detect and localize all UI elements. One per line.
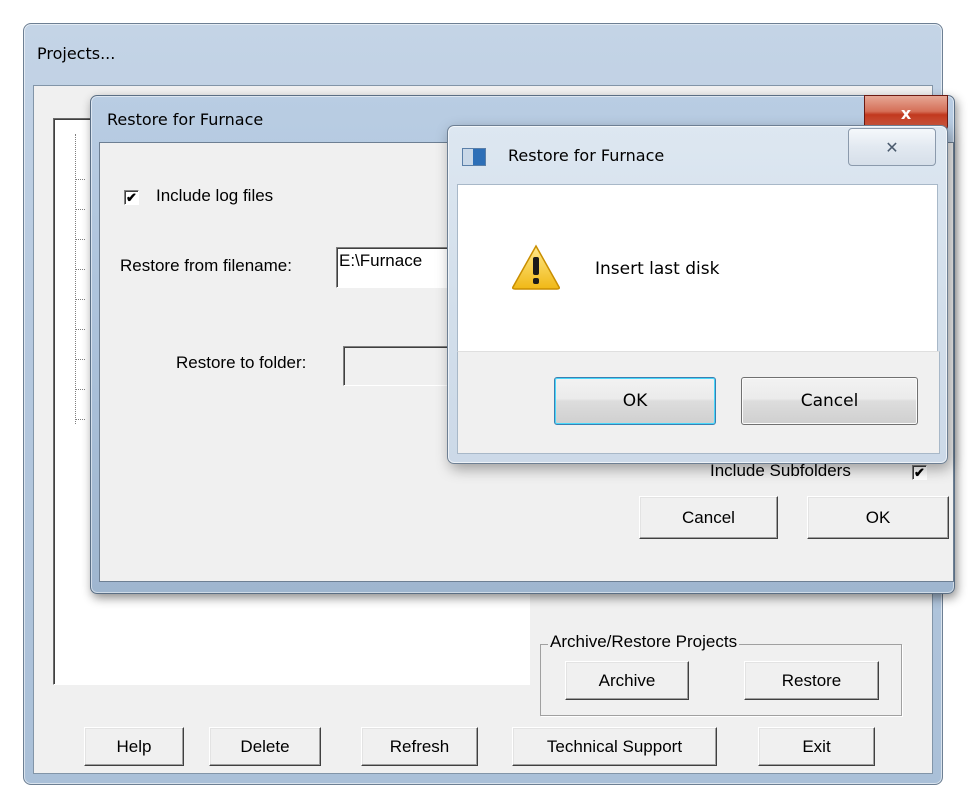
tree-guide-branch [75,269,85,270]
message-box-close-button[interactable]: ✕ [848,128,936,166]
message-cancel-button[interactable]: Cancel [741,377,918,425]
include-subfolders-label: Include Subfolders [710,461,851,480]
tree-guide-branch [75,209,85,210]
archive-button[interactable]: Archive [565,661,689,700]
tree-guide-branch [75,299,85,300]
restore-dialog-title: Restore for Furnace [107,110,264,129]
projects-window-title: Projects... [37,44,116,63]
tree-guide-branch [75,179,85,180]
restore-dialog-ok-button[interactable]: OK [807,496,949,539]
include-log-files-label: Include log files [156,186,274,205]
tree-guide-line [75,134,76,424]
message-box-title: Restore for Furnace [508,146,665,165]
refresh-button[interactable]: Refresh [361,727,478,766]
technical-support-button[interactable]: Technical Support [512,727,717,766]
message-box: Restore for Furnace ✕ Insert last disk O… [447,125,948,464]
restore-to-label: Restore to folder: [176,353,307,372]
message-button-area: OK Cancel [457,351,940,454]
tree-guide-branch [75,239,85,240]
message-content-area: Insert last disk [457,184,938,352]
tree-guide-branch [75,389,85,390]
message-text: Insert last disk [595,259,720,279]
restore-dialog-cancel-button[interactable]: Cancel [639,496,778,539]
message-ok-button[interactable]: OK [554,377,716,425]
help-button[interactable]: Help [84,727,184,766]
delete-button[interactable]: Delete [209,727,321,766]
exit-button[interactable]: Exit [758,727,875,766]
app-icon [462,148,486,166]
tree-guide-branch [75,419,85,420]
warning-icon [512,244,560,290]
restore-button[interactable]: Restore [744,661,879,700]
tree-guide-branch [75,329,85,330]
tree-guide-branch [75,359,85,360]
include-log-files-checkbox[interactable]: ✔ [124,190,139,205]
restore-from-label: Restore from filename: [120,256,292,275]
archive-restore-group-label: Archive/Restore Projects [548,632,740,652]
include-subfolders-checkbox[interactable]: ✔ [912,465,927,480]
